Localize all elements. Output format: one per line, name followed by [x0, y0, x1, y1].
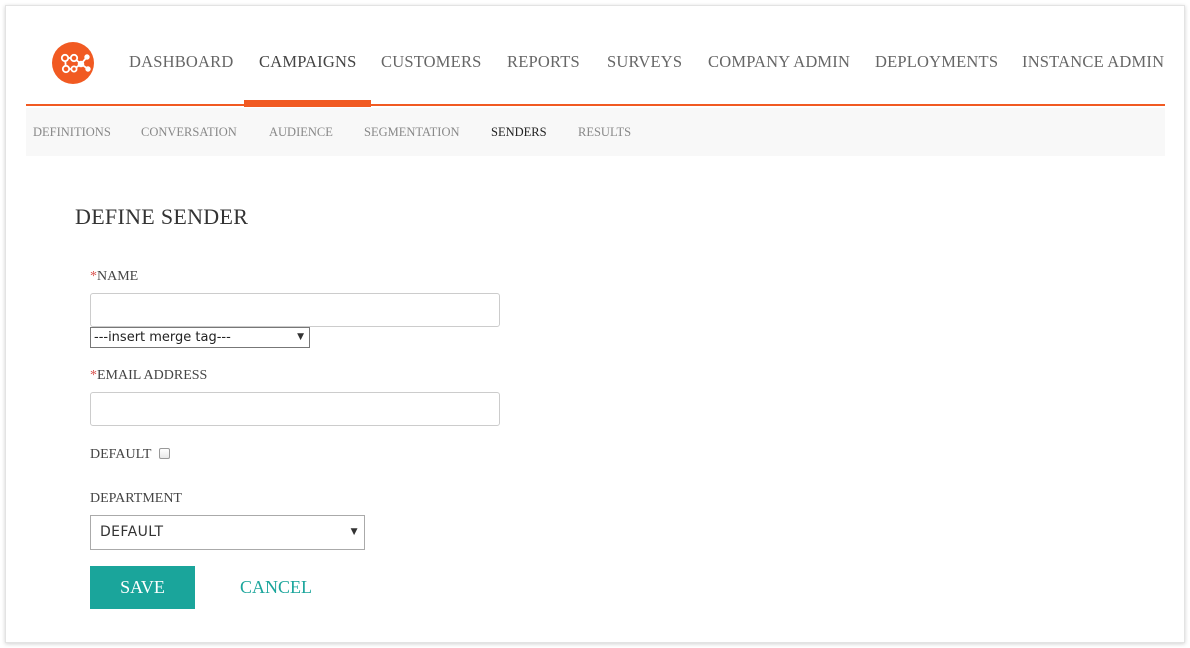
- app-window: DASHBOARD CAMPAIGNS CUSTOMERS REPORTS SU…: [5, 5, 1185, 643]
- tab-results[interactable]: RESULTS: [578, 108, 631, 156]
- tab-audience[interactable]: AUDIENCE: [269, 108, 333, 156]
- nav-campaigns[interactable]: CAMPAIGNS: [243, 6, 373, 107]
- required-marker: *: [90, 269, 97, 284]
- merge-tag-select[interactable]: ---insert merge tag--- ▼: [90, 327, 310, 348]
- tab-segmentation[interactable]: SEGMENTATION: [364, 108, 460, 156]
- department-label: DEPARTMENT: [90, 491, 182, 506]
- campaign-subnav: DEFINITIONS CONVERSATION AUDIENCE SEGMEN…: [26, 108, 1165, 156]
- default-label: DEFAULT: [90, 447, 152, 462]
- page-title: DEFINE SENDER: [75, 204, 249, 229]
- caret-down-icon: ▼: [297, 332, 304, 342]
- logo-icon[interactable]: [52, 42, 94, 84]
- nav-instance-admin[interactable]: INSTANCE ADMIN: [1022, 6, 1164, 106]
- tab-senders[interactable]: SENDERS: [491, 108, 547, 156]
- top-navigation: DASHBOARD CAMPAIGNS CUSTOMERS REPORTS SU…: [26, 6, 1165, 107]
- nav-dashboard[interactable]: DASHBOARD: [129, 6, 233, 106]
- cancel-button[interactable]: CANCEL: [240, 566, 312, 609]
- nav-surveys[interactable]: SURVEYS: [607, 6, 682, 106]
- tab-conversation[interactable]: CONVERSATION: [141, 108, 237, 156]
- caret-down-icon: ▼: [350, 527, 358, 537]
- name-input[interactable]: [90, 293, 500, 327]
- name-label: *NAME: [90, 269, 139, 284]
- required-marker: *: [90, 368, 97, 383]
- nav-company-admin[interactable]: COMPANY ADMIN: [708, 6, 850, 106]
- email-input[interactable]: [90, 392, 500, 426]
- merge-tag-selected: ---insert merge tag---: [94, 330, 231, 345]
- default-checkbox[interactable]: [159, 448, 170, 459]
- nav-reports[interactable]: REPORTS: [507, 6, 580, 106]
- nav-deployments[interactable]: DEPLOYMENTS: [875, 6, 998, 106]
- tab-definitions[interactable]: DEFINITIONS: [33, 108, 111, 156]
- department-selected: DEFAULT: [100, 524, 164, 540]
- nav-customers[interactable]: CUSTOMERS: [381, 6, 482, 106]
- department-select[interactable]: DEFAULT ▼: [90, 515, 365, 550]
- save-button[interactable]: SAVE: [90, 566, 195, 609]
- email-label: *EMAIL ADDRESS: [90, 368, 208, 383]
